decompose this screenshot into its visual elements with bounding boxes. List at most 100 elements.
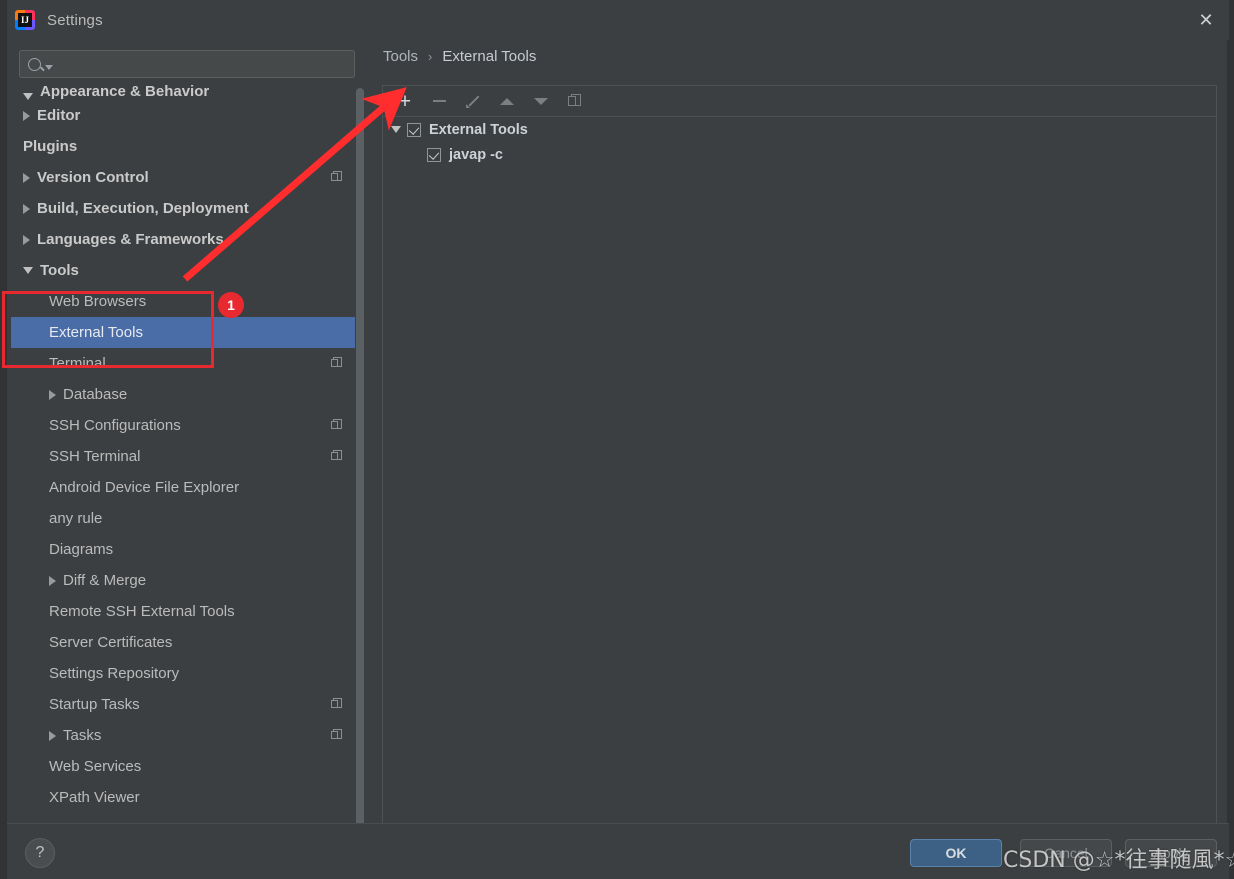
sidebar-item-terminal[interactable]: Terminal [11, 348, 361, 379]
sidebar-item-label: XPath Viewer [49, 789, 140, 806]
external-tools-panel: + External Tools javap -c [382, 85, 1217, 840]
sidebar-item-server-certificates[interactable]: Server Certificates [11, 627, 361, 658]
copy-icon [568, 94, 582, 108]
tree-group-external-tools[interactable]: External Tools [383, 117, 1216, 142]
chevron-right-icon[interactable] [23, 172, 30, 183]
sidebar-item-external-tools[interactable]: External Tools [11, 317, 361, 348]
settings-dialog-screen: IJ Settings ✕ Appearance & Behavior Edito… [0, 0, 1234, 879]
sidebar-item-xpath-viewer[interactable]: XPath Viewer [11, 782, 361, 813]
chevron-right-icon[interactable] [23, 203, 30, 214]
sidebar-item-label: Database [63, 386, 128, 403]
sidebar-item-label: Version Control [37, 169, 149, 186]
window-title: Settings [47, 11, 103, 29]
chevron-down-icon[interactable] [23, 267, 33, 274]
sidebar-item-label: Languages & Frameworks [37, 231, 224, 248]
external-tools-tree[interactable]: External Tools javap -c [383, 117, 1216, 167]
sidebar-item-diff-merge[interactable]: Diff & Merge [11, 565, 361, 596]
chevron-right-icon[interactable] [49, 575, 56, 586]
sidebar-item-settings-repository[interactable]: Settings Repository [11, 658, 361, 689]
tree-item-javap[interactable]: javap -c [383, 142, 1216, 167]
sidebar-item-build-execution-deployment[interactable]: Build, Execution, Deployment [11, 193, 361, 224]
settings-sync-icon [331, 698, 343, 710]
ide-background-right [1228, 0, 1234, 879]
move-down-button[interactable] [529, 89, 553, 113]
sidebar-item-label: any rule [49, 510, 103, 527]
annotation-badge-1: 1 [218, 292, 244, 318]
sidebar-item-database[interactable]: Database [11, 379, 361, 410]
close-icon[interactable]: ✕ [1183, 0, 1229, 40]
sidebar-item-tasks[interactable]: Tasks [11, 720, 361, 751]
sidebar-item-version-control[interactable]: Version Control [11, 162, 361, 193]
settings-content-pane: Tools › External Tools + External Tools … [367, 40, 1227, 840]
sidebar-item-label: Server Certificates [49, 634, 173, 651]
sidebar-item-label: Web Browsers [49, 293, 147, 310]
sidebar-item-label: Appearance & Behavior [40, 84, 210, 100]
sidebar-item-label: Editor [37, 107, 81, 124]
sidebar-item-label: Plugins [23, 138, 78, 155]
tree-item-label: javap -c [449, 146, 503, 163]
help-button[interactable]: ? [25, 838, 55, 868]
chevron-down-icon[interactable] [45, 64, 53, 70]
pencil-icon [465, 93, 481, 109]
breadcrumb-separator-icon: › [428, 49, 433, 64]
sidebar-item-label: Diagrams [49, 541, 114, 558]
sidebar-item-android-device-file-explorer[interactable]: Android Device File Explorer [11, 472, 361, 503]
sidebar-item-editor[interactable]: Editor [11, 100, 361, 131]
title-bar: IJ Settings ✕ [7, 0, 1229, 40]
sidebar-item-label: SSH Terminal [49, 448, 141, 465]
sidebar-item-label: External Tools [49, 324, 143, 341]
ok-button[interactable]: OK [910, 839, 1002, 867]
sidebar-item-label: Terminal [49, 355, 106, 372]
remove-button[interactable] [427, 89, 451, 113]
sidebar-item-web-browsers[interactable]: Web Browsers [11, 286, 361, 317]
settings-sync-icon [331, 450, 343, 462]
tree-group-label: External Tools [429, 121, 528, 138]
arrow-down-icon [534, 97, 548, 105]
intellij-idea-icon: IJ [15, 10, 35, 30]
sidebar-item-diagrams[interactable]: Diagrams [11, 534, 361, 565]
settings-sync-icon [331, 419, 343, 431]
group-checkbox[interactable] [407, 122, 421, 137]
breadcrumb: Tools › External Tools [383, 48, 536, 65]
sidebar-item-label: Build, Execution, Deployment [37, 200, 249, 217]
sidebar-item-label: Remote SSH External Tools [49, 603, 235, 620]
chevron-down-icon[interactable] [391, 126, 401, 133]
sidebar-item-ssh-terminal[interactable]: SSH Terminal [11, 441, 361, 472]
sidebar-item-web-services[interactable]: Web Services [11, 751, 361, 782]
search-input[interactable] [59, 56, 349, 72]
chevron-down-icon[interactable] [23, 93, 33, 100]
move-up-button[interactable] [495, 89, 519, 113]
sidebar-item-tools[interactable]: Tools [11, 255, 361, 286]
sidebar-item-any-rule[interactable]: any rule [11, 503, 361, 534]
sidebar-item-label: Android Device File Explorer [49, 479, 240, 496]
settings-sync-icon [331, 729, 343, 741]
sidebar-item-label: Tools [40, 262, 79, 279]
add-button[interactable]: + [393, 89, 417, 113]
chevron-right-icon[interactable] [49, 730, 56, 741]
search-icon [28, 57, 41, 71]
edit-button[interactable] [461, 89, 485, 113]
chevron-right-icon[interactable] [23, 110, 30, 121]
minus-icon [432, 100, 446, 102]
sidebar-item-remote-ssh-external-tools[interactable]: Remote SSH External Tools [11, 596, 361, 627]
breadcrumb-item-tools[interactable]: Tools [383, 48, 418, 65]
search-box[interactable] [19, 50, 355, 78]
settings-dialog: IJ Settings ✕ Appearance & Behavior Edito… [6, 0, 1229, 879]
sidebar-item-startup-tasks[interactable]: Startup Tasks [11, 689, 361, 720]
copy-button[interactable] [563, 89, 587, 113]
item-checkbox[interactable] [427, 147, 441, 162]
sidebar-item-ssh-configurations[interactable]: SSH Configurations [11, 410, 361, 441]
sidebar-item-label: Settings Repository [49, 665, 180, 682]
sidebar-item-appearance-behavior[interactable]: Appearance & Behavior [11, 84, 361, 100]
settings-tree[interactable]: Appearance & Behavior Editor Plugins Versio… [11, 84, 361, 822]
settings-sync-icon [331, 357, 343, 369]
chevron-right-icon[interactable] [23, 234, 30, 245]
sidebar-item-languages-frameworks[interactable]: Languages & Frameworks [11, 224, 361, 255]
sidebar-item-label: Startup Tasks [49, 696, 140, 713]
search-field-wrapper [19, 50, 355, 78]
external-tools-toolbar: + [383, 86, 1216, 117]
chevron-right-icon[interactable] [49, 389, 56, 400]
sidebar-scrollbar-thumb[interactable] [356, 88, 364, 836]
sidebar-item-plugins[interactable]: Plugins [11, 131, 361, 162]
settings-sync-icon [331, 171, 343, 183]
